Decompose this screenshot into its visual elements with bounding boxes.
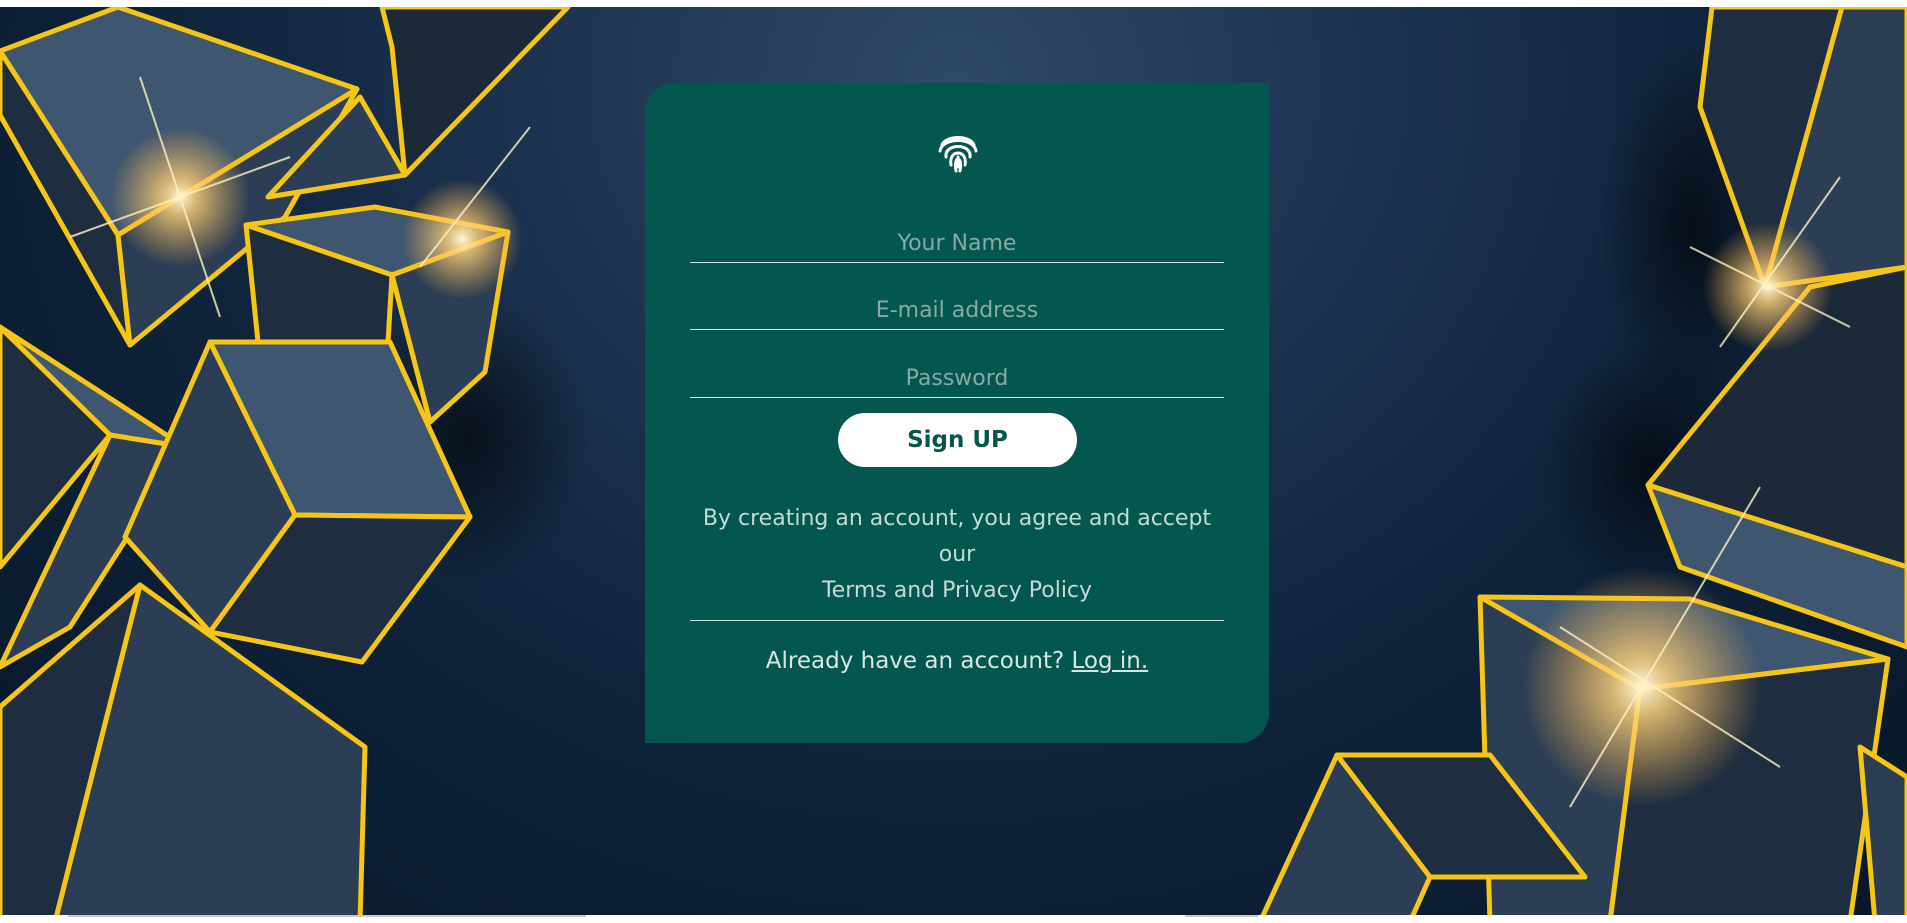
password-field xyxy=(690,354,1224,398)
horizontal-scrollbar[interactable] xyxy=(0,915,1907,923)
password-input[interactable] xyxy=(690,354,1224,397)
terms-line-1: By creating an account, you agree and ac… xyxy=(702,506,1212,567)
scrollbar-thumb[interactable] xyxy=(68,915,586,917)
terms-notice: By creating an account, you agree and ac… xyxy=(690,501,1224,609)
email-input[interactable] xyxy=(690,286,1224,329)
divider xyxy=(690,620,1224,621)
signup-button[interactable]: Sign UP xyxy=(838,413,1077,467)
scrollbar-segment xyxy=(1185,915,1258,917)
email-field xyxy=(690,286,1224,330)
login-prompt: Already have an account? xyxy=(765,648,1072,674)
page-background: Sign UP By creating an account, you agre… xyxy=(0,7,1907,922)
login-link[interactable]: Log in. xyxy=(1072,648,1149,674)
terms-line-2: Terms and Privacy Policy xyxy=(821,578,1093,603)
login-row: Already have an account? Log in. xyxy=(690,648,1224,674)
name-field xyxy=(690,219,1224,263)
fingerprint-icon xyxy=(938,136,978,173)
signup-card: Sign UP By creating an account, you agre… xyxy=(645,83,1269,743)
name-input[interactable] xyxy=(690,219,1224,262)
